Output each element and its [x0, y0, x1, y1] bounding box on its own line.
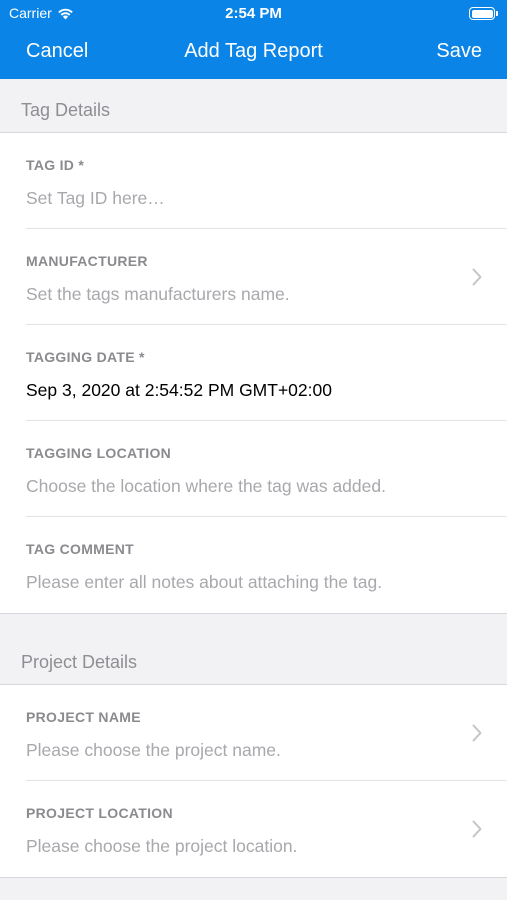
tag-id-field[interactable]: TAG ID * Set Tag ID here…	[0, 133, 507, 229]
status-time: 2:54 PM	[225, 5, 282, 22]
tag-comment-field[interactable]: TAG COMMENT Please enter all notes about…	[0, 517, 507, 613]
nav-bar-content: Cancel Add Tag Report Save	[0, 28, 507, 79]
project-location-field[interactable]: PROJECT LOCATION Please choose the proje…	[0, 781, 507, 877]
field-label: PROJECT NAME	[26, 709, 141, 725]
status-bar: Carrier 2:54 PM	[0, 0, 507, 28]
tagging-date-value[interactable]: Sep 3, 2020 at 2:54:52 PM GMT+02:00	[26, 380, 332, 401]
field-label: TAGGING LOCATION	[26, 445, 172, 461]
project-name-field[interactable]: PROJECT NAME Please choose the project n…	[0, 685, 507, 781]
tagging-date-field[interactable]: TAGGING DATE * Sep 3, 2020 at 2:54:52 PM…	[0, 325, 507, 421]
battery-icon	[469, 7, 498, 20]
field-label: TAG COMMENT	[26, 541, 135, 557]
tag-comment-input[interactable]: Please enter all notes about attaching t…	[26, 572, 382, 593]
project-details-group: PROJECT NAME Please choose the project n…	[0, 685, 507, 878]
manufacturer-input[interactable]: Set the tags manufacturers name.	[26, 284, 290, 305]
project-location-input[interactable]: Please choose the project location.	[26, 836, 297, 857]
tagging-location-field[interactable]: TAGGING LOCATION Choose the location whe…	[0, 421, 507, 517]
page-title: Add Tag Report	[184, 40, 323, 62]
section-header-project-details: Project Details	[0, 631, 507, 685]
field-label: MANUFACTURER	[26, 253, 148, 269]
tagging-location-input[interactable]: Choose the location where the tag was ad…	[26, 476, 386, 497]
field-label: TAGGING DATE *	[26, 349, 145, 365]
chevron-right-icon	[472, 268, 482, 286]
section-header-tag-details: Tag Details	[0, 79, 507, 133]
chevron-right-icon	[472, 820, 482, 838]
chevron-right-icon	[472, 724, 482, 742]
save-button[interactable]: Save	[436, 40, 482, 63]
navigation-bar: Carrier 2:54 PM Cancel Add Tag Report Sa…	[0, 0, 507, 79]
field-label: TAG ID *	[26, 157, 85, 173]
field-label: PROJECT LOCATION	[26, 805, 173, 821]
tag-id-input[interactable]: Set Tag ID here…	[26, 188, 165, 209]
tag-details-group: TAG ID * Set Tag ID here… MANUFACTURER S…	[0, 133, 507, 614]
manufacturer-field[interactable]: MANUFACTURER Set the tags manufacturers …	[0, 229, 507, 325]
project-name-input[interactable]: Please choose the project name.	[26, 740, 281, 761]
